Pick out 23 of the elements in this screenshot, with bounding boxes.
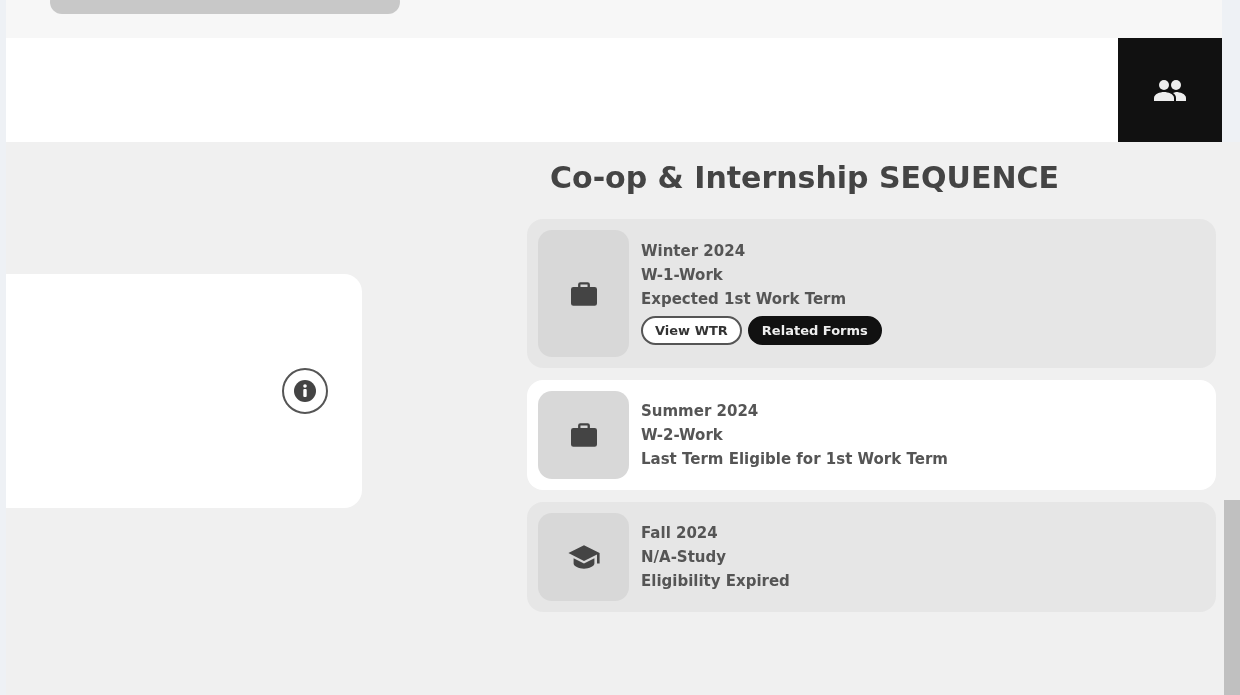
term-code: W-2-Work	[641, 426, 724, 444]
term-status: Last Term Eligible for 1st Work Term	[641, 450, 948, 468]
view-button[interactable]: View WTR	[641, 316, 742, 345]
term-code: W-1-Work	[641, 266, 724, 284]
info-button[interactable]	[282, 368, 328, 414]
info-icon	[294, 380, 316, 402]
term-card[interactable]: Summer 2024 W-2-Work Last Term Eligible for 1st Work Term	[527, 380, 1216, 490]
briefcase-icon	[568, 422, 599, 448]
people-button[interactable]	[1118, 38, 1222, 142]
term-name: Winter 2024	[641, 242, 747, 260]
term-card[interactable]: Winter 2024 W-1-Work Expected 1st Work Term View WTR Related Forms	[527, 219, 1216, 368]
term-status: Eligibility Expired	[641, 572, 790, 590]
term-name: Fall 2024	[641, 524, 719, 542]
scrollbar[interactable]	[1224, 500, 1240, 695]
section-title: Co-op & Internship SEQUENCE	[550, 160, 1061, 195]
term-card[interactable]: Fall 2024 N/A-Study Eligibility Expired	[527, 502, 1216, 612]
term-code: N/A-Study	[641, 548, 728, 566]
term-name: Summer 2024	[641, 402, 760, 420]
graduation-cap-icon	[566, 544, 601, 570]
term-status: Expected 1st Work Term	[641, 290, 848, 308]
people-icon	[1153, 79, 1187, 101]
briefcase-icon	[568, 280, 599, 307]
related-forms-button[interactable]: Related Forms	[747, 316, 882, 345]
